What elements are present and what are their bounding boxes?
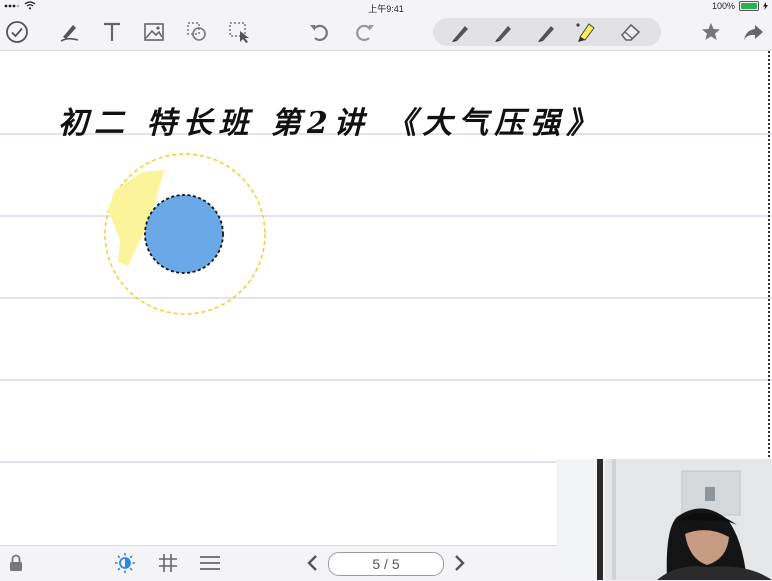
lines-icon[interactable] — [198, 551, 222, 575]
brightness-icon[interactable] — [113, 551, 137, 575]
lock-icon[interactable] — [6, 551, 26, 575]
camera-feed-image — [557, 459, 772, 580]
next-page-icon[interactable] — [450, 551, 470, 575]
grid-icon[interactable] — [156, 551, 180, 575]
page-indicator[interactable]: 5 / 5 — [328, 552, 444, 576]
prev-page-icon[interactable] — [302, 551, 322, 575]
camera-video-overlay[interactable] — [557, 459, 772, 580]
blue-circle — [144, 194, 224, 274]
